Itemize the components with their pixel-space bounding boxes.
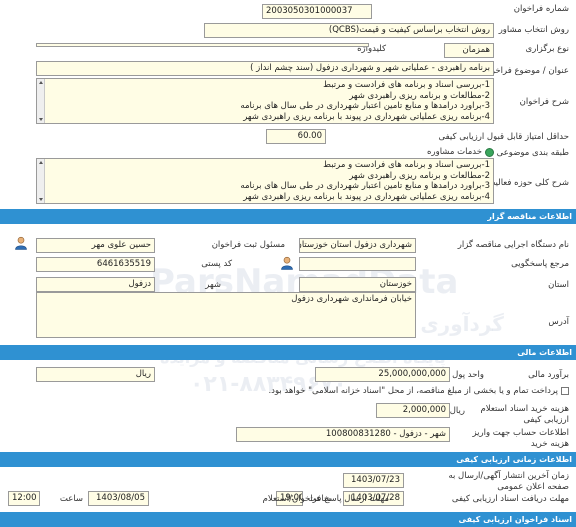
send-deadline-label: مهلت ارسال پاسخ فراخوان/استعلام <box>262 494 389 504</box>
timing-section-header: اطلاعات زمانی ارزیابی کیفی <box>0 452 576 467</box>
description-line: 2-مطالعات و برنامه ریزی راهبردی شهر <box>349 90 490 101</box>
activity-line: 2-مطالعات و برنامه ریزی راهبردی شهر <box>349 170 490 181</box>
registrar-field[interactable]: حسین علوی مهر <box>36 238 155 253</box>
subject-label: عنوان / موضوع فراخوان <box>482 66 569 76</box>
payment-note: پرداخت تمام و یا بخشی از مبلغ مناقصه، از… <box>268 386 558 396</box>
category-bullet-icon <box>485 148 494 157</box>
currency-field[interactable]: ریال <box>36 367 155 382</box>
description-line: 3-برآورد درآمدها و منابع تامین اعتبار شه… <box>240 101 490 111</box>
postal-code-label: کد پستی <box>201 259 232 269</box>
province-label: استان <box>548 280 569 290</box>
activity-line: 3-برآورد درآمدها و منابع تامین اعتبار شه… <box>240 181 490 191</box>
doc-fee-field[interactable]: 2,000,000 <box>376 403 450 418</box>
selection-method-label: روش انتخاب مشاور <box>498 25 569 35</box>
activity-textarea[interactable]: 1-بررسی اسناد و برنامه های فرادست و مرتب… <box>36 158 494 204</box>
address-field[interactable]: خیابان فرمانداری شهرداری دزفول <box>36 292 416 338</box>
keyword-field[interactable] <box>36 43 369 47</box>
reply-ref-field[interactable] <box>299 257 416 271</box>
account-field[interactable]: شهر - دزفول - 100800831280 <box>236 427 450 442</box>
city-label: شهر <box>205 280 221 290</box>
send-time-field[interactable]: 12:00 <box>8 491 40 506</box>
subject-field[interactable]: برنامه راهبردی - عملیاتی شهر و شهرداری د… <box>36 61 494 76</box>
call-number-label: شماره فراخوان <box>513 4 569 14</box>
min-score-field[interactable]: 60.00 <box>266 129 326 144</box>
category-label: طبقه بندی موضوعی <box>496 148 569 158</box>
registrar-label: مسئول ثبت فراخوان <box>211 240 285 250</box>
description-scrollbar[interactable] <box>37 79 45 123</box>
send-date-field[interactable]: 1403/08/05 <box>88 491 149 506</box>
holding-type-field[interactable]: همزمان <box>444 43 494 58</box>
call-number-field[interactable]: 2003050301000037 <box>262 4 372 19</box>
description-line: 4-برنامه ریزی عملیاتی شهرداری در پیوند ب… <box>243 111 490 122</box>
province-field[interactable]: خوزستان <box>299 277 416 292</box>
publish-label-sub: صفحه اعلان عمومی <box>497 482 569 492</box>
org-name-field[interactable]: شهرداری دزفول استان خوزستان <box>299 238 416 253</box>
publish-date-field[interactable]: 1403/07/23 <box>343 473 404 488</box>
currency-label: واحد پول <box>452 370 484 380</box>
documents-section-header: اسناد فراخوان ارزیابی کیفی <box>0 512 576 527</box>
min-score-label: حداقل امتیاز قابل قبول ارزیابی کیفی <box>438 132 569 142</box>
postal-code-field[interactable]: 6461635519 <box>36 257 155 272</box>
description-line: 1-بررسی اسناد و برنامه های فرادست و مرتب… <box>323 80 490 90</box>
description-textarea[interactable]: 1-بررسی اسناد و برنامه های فرادست و مرتب… <box>36 78 494 124</box>
address-label: آدرس <box>548 317 569 327</box>
category-value: خدمات مشاوره <box>427 147 482 157</box>
doc-fee-label: هزینه خرید اسناد استعلام <box>480 404 569 414</box>
reply-ref-label: مرجع پاسخگویی <box>511 259 569 269</box>
account-label-sub: هزینه خرید <box>530 439 569 449</box>
publish-label: زمان آخرین انتشار آگهی/ارسال به <box>448 471 569 481</box>
registrar-person-icon[interactable] <box>14 236 28 250</box>
payment-checkbox-icon[interactable] <box>561 387 569 395</box>
selection-method-field[interactable]: روش انتخاب براساس کیفیت و قیمت(QCBS) <box>204 23 494 38</box>
doc-fee-label-sub: ارزیابی کیفی <box>523 415 569 425</box>
city-field[interactable]: دزفول <box>36 277 155 292</box>
financial-section-header: اطلاعات مالی <box>0 345 576 360</box>
holding-type-label: نوع برگزاری <box>525 44 569 54</box>
estimate-field[interactable]: 25,000,000,000 <box>315 367 450 382</box>
reply-person-icon[interactable] <box>280 256 294 270</box>
description-label: شرح فراخوان <box>519 97 569 107</box>
doc-fee-unit: ریال <box>449 406 465 416</box>
activity-line: 1-بررسی اسناد و برنامه های فرادست و مرتب… <box>323 160 490 170</box>
activity-line: 4-برنامه ریزی عملیاتی شهرداری در پیوند ب… <box>243 191 490 202</box>
send-time-label: ساعت <box>59 494 83 504</box>
account-label: اطلاعات حساب جهت واریز <box>472 428 569 438</box>
activity-label: شرح کلی حوزه فعالیت <box>487 178 569 188</box>
org-name-label: نام دستگاه اجرایی مناقصه گزار <box>457 240 569 250</box>
receive-deadline-label: مهلت دریافت اسناد ارزیابی کیفی <box>451 494 569 504</box>
estimate-label: برآورد مالی <box>528 370 569 380</box>
organizer-section-header: اطلاعات مناقصه گزار <box>0 209 576 224</box>
activity-scrollbar[interactable] <box>37 159 45 203</box>
